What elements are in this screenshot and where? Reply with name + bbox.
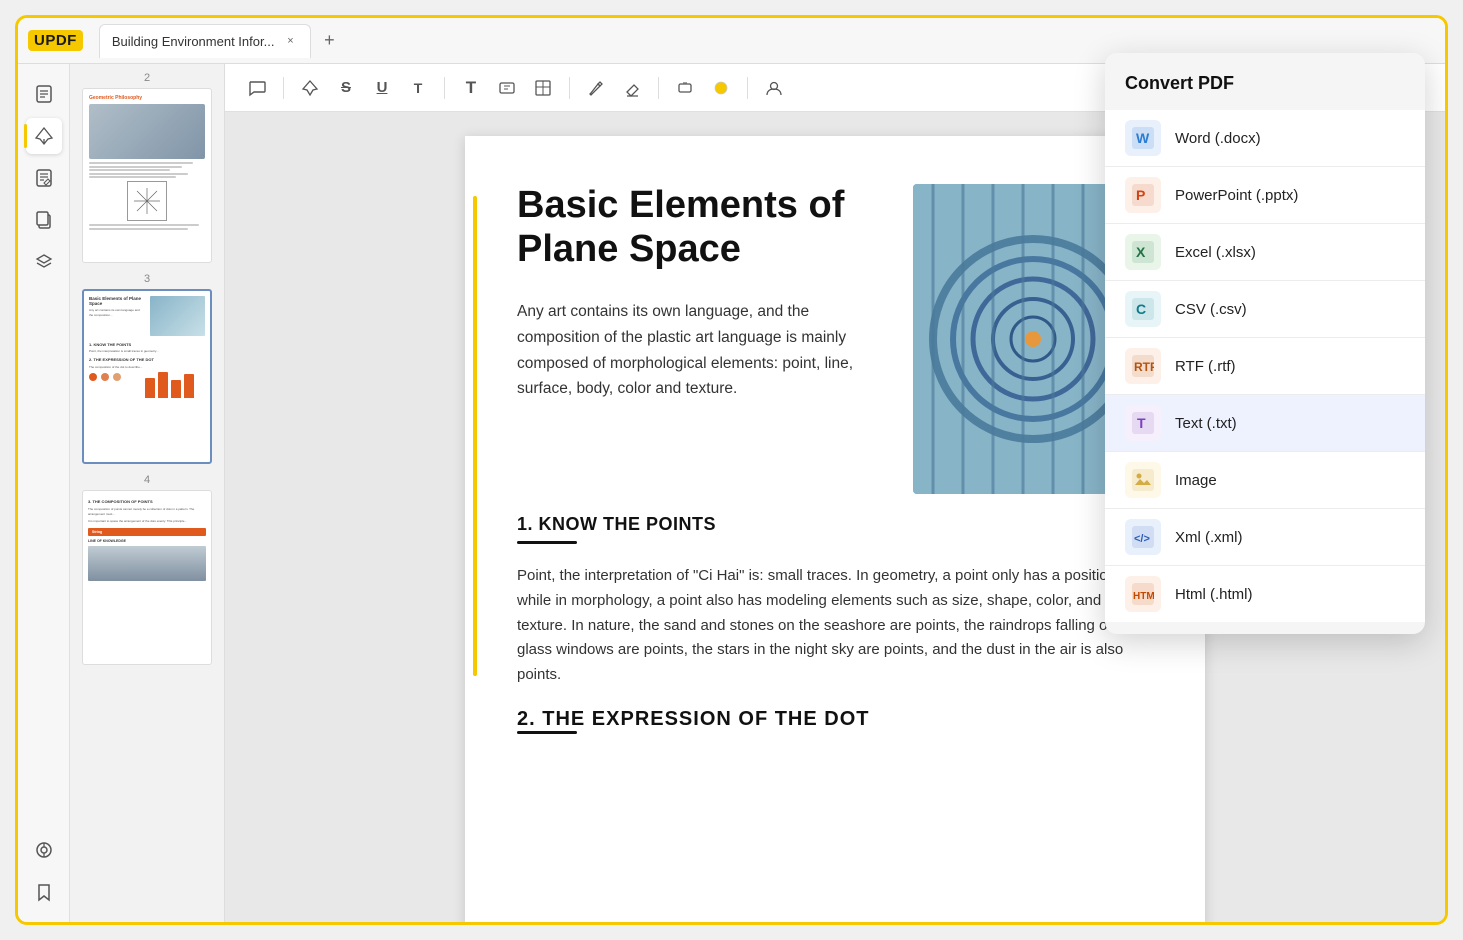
sidebar-bottom — [26, 832, 62, 910]
thumb-page-num: 3 — [144, 273, 150, 285]
powerpoint-icon: P — [1125, 177, 1161, 213]
sidebar-pages-btn[interactable] — [26, 76, 62, 112]
excel-icon: X — [1125, 234, 1161, 270]
convert-powerpoint-label: PowerPoint (.pptx) — [1175, 187, 1298, 204]
convert-csv-label: CSV (.csv) — [1175, 301, 1247, 318]
image-icon — [1125, 462, 1161, 498]
page-accent — [473, 196, 477, 676]
convert-html-item[interactable]: HTML Html (.html) — [1105, 566, 1425, 622]
xml-icon: </> — [1125, 519, 1161, 555]
thumbnail-item: 2 Geometric Philosophy — [78, 72, 216, 263]
convert-word-label: Word (.docx) — [1175, 130, 1261, 147]
table-button[interactable] — [527, 72, 559, 104]
new-tab-button[interactable]: + — [315, 27, 343, 55]
app-frame: UPDF Building Environment Infor... × + — [15, 15, 1448, 925]
underline-button[interactable]: U — [366, 72, 398, 104]
convert-image-item[interactable]: Image — [1105, 452, 1425, 509]
thumbnail-page-2[interactable]: Geometric Philosophy — [82, 88, 212, 263]
sidebar-edit-btn[interactable] — [26, 160, 62, 196]
sidebar-highlight-btn[interactable] — [26, 118, 62, 154]
svg-text:T: T — [1137, 415, 1146, 431]
section-underline — [517, 541, 577, 544]
convert-image-label: Image — [1175, 472, 1217, 489]
tab-title: Building Environment Infor... — [112, 34, 275, 49]
pdf-page: Basic Elements ofPlane Space Any art con… — [465, 136, 1205, 922]
sidebar-stack-btn[interactable] — [26, 832, 62, 868]
sidebar-layers-btn[interactable] — [26, 244, 62, 280]
thumbnail-page-3[interactable]: Basic Elements of Plane Space Any art co… — [82, 289, 212, 464]
section2-underline — [517, 731, 577, 734]
thumbnail-item: 4 3. THE COMPOSITION OF POINTS The compo… — [78, 474, 216, 665]
pdf-section2-title: 2. THE EXPRESSION OF THE DOT — [517, 708, 1153, 731]
thumb-page-num: 4 — [144, 474, 150, 486]
highlight-button[interactable] — [294, 72, 326, 104]
pdf-section1-title: 1. KNOW THE POINTS — [517, 514, 1153, 535]
convert-word-item[interactable]: W Word (.docx) — [1105, 110, 1425, 167]
svg-text:</>: </> — [1134, 533, 1150, 545]
sidebar-bookmark-btn[interactable] — [26, 874, 62, 910]
thumbnail-panel: 2 Geometric Philosophy — [70, 64, 225, 922]
convert-rtf-label: RTF (.rtf) — [1175, 358, 1236, 375]
svg-text:X: X — [1136, 244, 1146, 260]
convert-excel-item[interactable]: X Excel (.xlsx) — [1105, 224, 1425, 281]
separator — [658, 77, 659, 99]
thumb-page-num: 2 — [144, 72, 150, 84]
convert-csv-item[interactable]: C CSV (.csv) — [1105, 281, 1425, 338]
tab-close-button[interactable]: × — [282, 33, 298, 49]
convert-panel-title: Convert PDF — [1105, 73, 1425, 110]
shape-button[interactable] — [669, 72, 701, 104]
sidebar — [18, 64, 70, 922]
pdf-section1-body: Point, the interpretation of "Ci Hai" is… — [517, 564, 1153, 688]
convert-xml-label: Xml (.xml) — [1175, 529, 1243, 546]
color-picker-button[interactable] — [705, 72, 737, 104]
document-tab[interactable]: Building Environment Infor... × — [99, 24, 312, 58]
text-icon: T — [1125, 405, 1161, 441]
word-icon: W — [1125, 120, 1161, 156]
separator — [444, 77, 445, 99]
text-small-button[interactable]: T — [402, 72, 434, 104]
csv-icon: C — [1125, 291, 1161, 327]
convert-rtf-item[interactable]: RTF RTF (.rtf) — [1105, 338, 1425, 395]
separator — [569, 77, 570, 99]
separator — [747, 77, 748, 99]
html-icon: HTML — [1125, 576, 1161, 612]
user-button[interactable] — [758, 72, 790, 104]
strikethrough-button[interactable]: S — [330, 72, 362, 104]
convert-excel-label: Excel (.xlsx) — [1175, 244, 1256, 261]
convert-text-label: Text (.txt) — [1175, 415, 1237, 432]
rtf-icon: RTF — [1125, 348, 1161, 384]
sidebar-copy-btn[interactable] — [26, 202, 62, 238]
thumbnail-item: 3 Basic Elements of Plane Space Any art … — [78, 273, 216, 464]
convert-powerpoint-item[interactable]: P PowerPoint (.pptx) — [1105, 167, 1425, 224]
convert-xml-item[interactable]: </> Xml (.xml) — [1105, 509, 1425, 566]
svg-text:W: W — [1136, 130, 1150, 146]
svg-text:C: C — [1136, 301, 1146, 317]
svg-text:HTML: HTML — [1133, 591, 1154, 602]
text-box-button[interactable] — [491, 72, 523, 104]
pen-button[interactable] — [580, 72, 612, 104]
eraser-button[interactable] — [616, 72, 648, 104]
separator — [283, 77, 284, 99]
comment-button[interactable] — [241, 72, 273, 104]
convert-pdf-panel: Convert PDF W Word (.docx) P PowerPoint … — [1105, 53, 1425, 634]
convert-text-item[interactable]: T Text (.txt) — [1105, 395, 1425, 452]
app-logo: UPDF — [28, 30, 83, 51]
svg-text:RTF: RTF — [1134, 360, 1154, 374]
text-large-button[interactable]: T — [455, 72, 487, 104]
convert-html-label: Html (.html) — [1175, 586, 1253, 603]
svg-text:P: P — [1136, 187, 1145, 203]
thumbnail-page-4[interactable]: 3. THE COMPOSITION OF POINTS The composi… — [82, 490, 212, 665]
